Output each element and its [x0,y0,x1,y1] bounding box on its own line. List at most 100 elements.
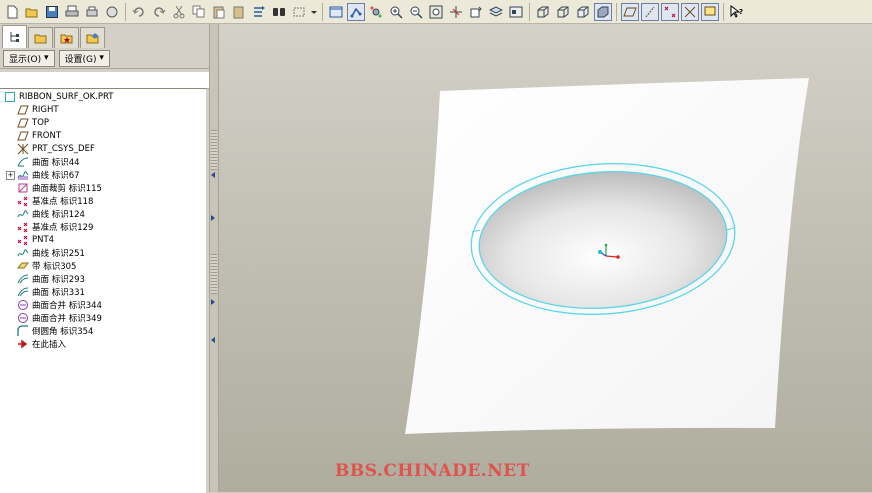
splitter-grip[interactable] [211,130,217,170]
model-tree: RIBBON_SURF_OK.PRT RIGHT TOP FRONT PRT_C… [0,88,206,493]
tree-item-merge-349[interactable]: 曲面合并 标识349 [16,311,102,324]
paste-icon[interactable] [210,3,228,21]
tree-item-label: RIBBON_SURF_OK.PRT [19,91,114,102]
refit-icon[interactable] [427,3,445,21]
spin-icon[interactable] [367,3,385,21]
datum-plane-icon [16,130,30,142]
open-folder-icon[interactable] [23,3,41,21]
collapse-left-icon[interactable] [211,172,215,178]
zoom-out-icon[interactable] [407,3,425,21]
saved-views-icon[interactable] [507,3,525,21]
tree-item-front[interactable]: FRONT [16,129,61,142]
main-toolbar: ? [0,0,872,24]
redo-icon[interactable] [150,3,168,21]
surface-icon [16,286,30,298]
tree-item-label: PNT4 [32,234,55,245]
undo-icon[interactable] [130,3,148,21]
tree-item-label: FRONT [32,130,62,141]
tree-item-surface-44[interactable]: 曲面 标识44 [16,155,80,168]
regenerate-icon[interactable] [250,3,268,21]
paste-special-icon[interactable] [230,3,248,21]
view-manager-icon[interactable] [467,3,485,21]
select-box-icon[interactable] [290,3,308,21]
tree-item-curve-251[interactable]: 曲线 标识251 [16,246,85,259]
tree-item-label: 曲面裁剪 标识115 [32,183,102,194]
favorites-tab[interactable] [54,27,79,48]
tree-item-label: 曲线 标识251 [32,248,85,259]
splitter-grip[interactable] [211,254,217,294]
tree-item-insert-here[interactable]: 在此插入 [16,337,66,350]
graphics-viewport[interactable]: BBS.CHINADE.NET [219,24,872,492]
shading-icon[interactable] [594,2,612,21]
settings-menu-button[interactable]: 设置(G) ▾ [58,49,110,67]
save-icon[interactable] [43,3,61,21]
collapse-left-icon[interactable] [211,337,215,343]
tree-item-root[interactable]: RIBBON_SURF_OK.PRT [3,90,113,103]
hidden-line-icon[interactable] [554,3,572,21]
expand-right-icon[interactable] [211,215,215,221]
orient-icon[interactable] [347,2,365,21]
print-icon[interactable] [63,3,81,21]
new-file-icon[interactable] [3,3,21,21]
watermark-text: BBS.CHINADE.NET [335,461,530,481]
copy-icon[interactable] [190,3,208,21]
tree-item-round-354[interactable]: 倒圆角 标识354 [16,324,93,337]
expand-toggle[interactable]: + [6,171,15,180]
tree-item-merge-344[interactable]: 曲面合并 标识344 [16,298,102,311]
tree-item-surface-trim-115[interactable]: 曲面裁剪 标识115 [16,181,102,194]
panel-splitter[interactable] [209,24,219,492]
reorient-icon[interactable] [447,3,465,21]
find-icon[interactable] [270,3,288,21]
tree-item-csys[interactable]: PRT_CSYS_DEF [16,142,95,155]
tree-item-ribbon-305[interactable]: 带 标识305 [16,259,76,272]
tree-item-label: RIGHT [32,104,59,115]
connections-tab[interactable] [80,27,105,48]
panel-tabs [0,24,209,48]
settings-menu-label: 设置(G) [64,54,97,65]
merge-icon [16,299,30,311]
annotations-icon[interactable] [701,2,719,21]
wireframe-icon[interactable] [534,3,552,21]
show-menu-label: 显示(O) [9,54,42,65]
tree-item-surface-293[interactable]: 曲面 标识293 [16,272,85,285]
insert-here-icon [16,338,30,350]
tree-filter-bar[interactable] [0,72,209,89]
expand-right-icon[interactable] [211,299,215,305]
chevron-down-icon: ▾ [43,53,49,63]
datum-axes-icon[interactable] [641,2,659,21]
tree-item-pnt4[interactable]: PNT4 [16,233,54,246]
model-canvas[interactable] [219,24,872,492]
tree-item-label: TOP [32,117,50,128]
cut-icon[interactable] [170,3,188,21]
copy-print-icon[interactable] [83,3,101,21]
datum-planes-icon[interactable] [621,2,639,21]
tree-item-surface-331[interactable]: 曲面 标识331 [16,285,85,298]
layers-icon[interactable] [487,3,505,21]
chevron-down-icon: ▾ [99,53,104,63]
tree-item-datum-point-129[interactable]: 基准点 标识129 [16,220,93,233]
tree-item-label: 曲面 标识44 [32,157,80,168]
zoom-in-icon[interactable] [387,3,405,21]
round-icon [16,324,30,337]
coord-sys-icon [16,143,30,155]
coord-sys-icon[interactable] [681,2,699,21]
tree-item-curve-67[interactable]: 曲线 标识67 [16,168,80,181]
model-tree-tab[interactable] [2,25,27,48]
repaint-icon[interactable] [327,3,345,21]
help-icon[interactable]: ? [728,3,746,21]
no-hidden-icon[interactable] [574,3,592,21]
datum-point-icon [16,234,30,246]
svg-text:?: ? [739,8,743,16]
dropdown-icon[interactable] [310,3,318,21]
folder-browser-tab[interactable] [28,27,53,48]
tree-item-datum-point-118[interactable]: 基准点 标识118 [16,194,93,207]
mail-icon[interactable] [103,3,121,21]
tree-item-top[interactable]: TOP [16,116,49,129]
tree-item-right[interactable]: RIGHT [16,103,59,116]
surface-trim-icon [16,182,30,194]
datum-plane-icon [16,104,30,116]
show-menu-button[interactable]: 显示(O) ▾ [3,49,55,67]
datum-points-icon[interactable] [661,2,679,21]
tree-item-curve-124[interactable]: 曲线 标识124 [16,207,85,220]
tree-item-label: 曲面合并 标识344 [32,300,102,311]
